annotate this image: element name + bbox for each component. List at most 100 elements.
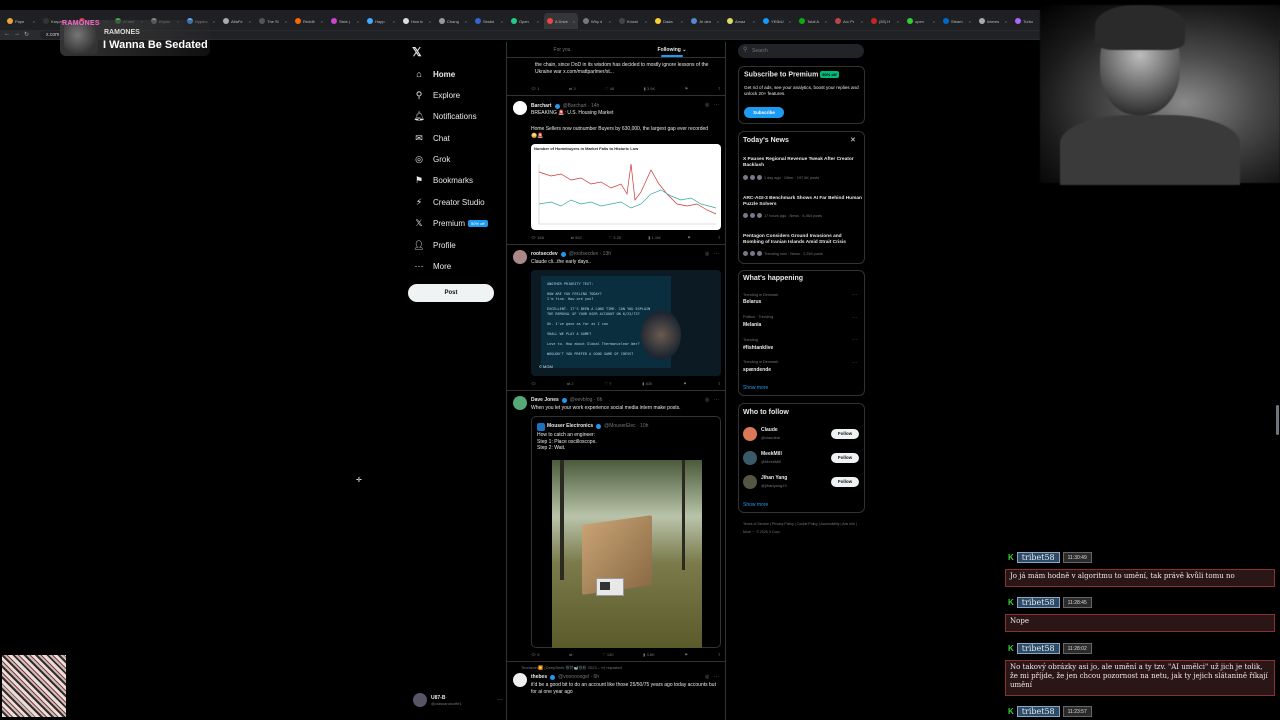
browser-tab[interactable]: A Drive × xyxy=(544,13,578,29)
browser-tab[interactable]: YE5bU × xyxy=(760,13,794,29)
more-icon[interactable]: ··· xyxy=(714,102,719,108)
browser-tab[interactable]: Steam × xyxy=(940,13,974,29)
reply-button[interactable]: 💬︎ 9 xyxy=(531,652,539,657)
close-tab-icon[interactable]: × xyxy=(969,19,971,24)
footer-links[interactable]: Terms of Service | Privacy Policy | Cook… xyxy=(743,520,865,536)
follow-button[interactable]: Follow xyxy=(831,477,859,487)
more-icon[interactable]: ··· xyxy=(852,292,857,298)
follow-name[interactable]: MeekMill xyxy=(761,451,782,457)
repost-button[interactable]: ⇄ 2 xyxy=(567,381,574,386)
nav-creator-studio[interactable]: ⚡︎ Creator Studio xyxy=(413,195,485,209)
close-tab-icon[interactable]: × xyxy=(825,19,827,24)
browser-tab[interactable]: Happ × xyxy=(364,13,398,29)
browser-tab[interactable]: The Si × xyxy=(256,13,290,29)
nav-bookmarks[interactable]: ⚑ Bookmarks xyxy=(413,173,473,187)
avatar[interactable] xyxy=(513,250,527,264)
post-button[interactable]: Post xyxy=(408,284,494,302)
repost-button[interactable]: ⇄ 552 xyxy=(571,235,582,240)
like-button[interactable]: ♡ 130 xyxy=(602,652,613,657)
more-icon[interactable]: ··· xyxy=(852,360,857,366)
browser-tab[interactable]: open × xyxy=(904,13,938,29)
reply-button[interactable]: 💬︎ xyxy=(531,381,536,386)
more-icon[interactable]: ··· xyxy=(497,697,503,703)
avatar[interactable] xyxy=(743,451,757,465)
close-tab-icon[interactable]: × xyxy=(717,19,719,24)
address-bar[interactable]: x.com xyxy=(40,31,1190,39)
trend-name[interactable]: Melania xyxy=(743,322,761,328)
views-button[interactable]: ▮ 3.9K xyxy=(644,86,656,91)
trend-name[interactable]: #fishtanklive xyxy=(743,345,773,351)
search-input[interactable]: Search xyxy=(738,44,864,58)
nav-more[interactable]: ⋯ More xyxy=(413,259,452,273)
follow-button[interactable]: Follow xyxy=(831,453,859,463)
bookmark-icon[interactable]: ⚑ xyxy=(684,652,688,657)
trend-name[interactable]: Belarus xyxy=(743,299,761,305)
avatar[interactable] xyxy=(513,396,527,410)
close-tab-icon[interactable]: × xyxy=(681,19,683,24)
quoted-tweet[interactable]: Mouser Electronics @MouserElec · 10h How … xyxy=(531,416,721,648)
repost-button[interactable]: ⇄ 3 xyxy=(569,86,576,91)
browser-tab[interactable]: Arc Pr × xyxy=(832,13,866,29)
news-item-title[interactable]: X Pauses Regional Revenue Tweak After Cr… xyxy=(743,157,863,169)
tweet-image-chart[interactable]: Number of Homebuyers in Market Falls to … xyxy=(531,144,721,230)
browser-tab[interactable]: Siste (× xyxy=(328,13,362,29)
author-name[interactable]: Barchart xyxy=(531,103,552,109)
browser-tab[interactable]: Total A × xyxy=(796,13,830,29)
close-tab-icon[interactable]: × xyxy=(573,19,575,24)
author-name[interactable]: rootsecdev xyxy=(531,251,558,257)
scrollbar-thumb[interactable] xyxy=(1276,405,1279,435)
like-button[interactable]: ♡ 46 xyxy=(605,86,614,91)
reply-button[interactable]: 💬︎ 1 xyxy=(531,86,539,91)
nav-grok[interactable]: ◎ Grok xyxy=(413,152,450,166)
close-tab-icon[interactable]: × xyxy=(465,19,467,24)
nav-profile[interactable]: 👤︎ Profile xyxy=(413,238,455,252)
browser-tab[interactable]: Pape × xyxy=(4,13,38,29)
nav-chat[interactable]: ✉ Chat xyxy=(413,131,450,145)
forward-icon[interactable]: → xyxy=(14,31,20,37)
browser-tab[interactable]: (83) H × xyxy=(868,13,902,29)
browser-tab[interactable]: Dada × xyxy=(652,13,686,29)
nav-premium[interactable]: 𝕏 Premium 50% off xyxy=(413,216,488,230)
more-icon[interactable]: ··· xyxy=(714,674,719,680)
browser-tab[interactable]: How to × xyxy=(400,13,434,29)
views-button[interactable]: ▮ 3.6K xyxy=(643,652,655,657)
like-button[interactable]: ♡ 7 xyxy=(605,381,612,386)
close-tab-icon[interactable]: × xyxy=(33,19,35,24)
follow-name[interactable]: Jihan Yang xyxy=(761,475,787,481)
browser-tab[interactable]: Open × xyxy=(508,13,542,29)
like-button[interactable]: ♡ 3.2K xyxy=(609,235,622,240)
close-tab-icon[interactable]: × xyxy=(501,19,503,24)
tab-following[interactable]: Following ⌄ xyxy=(617,42,725,57)
more-icon[interactable]: ··· xyxy=(852,337,857,343)
repost-button[interactable]: ⇄ xyxy=(569,652,572,657)
news-item-title[interactable]: ARC-AGI-3 Benchmark Shows AI Far Behind … xyxy=(743,196,863,208)
views-button[interactable]: ▮ 1.1M xyxy=(648,235,660,240)
browser-tab[interactable]: Interes × xyxy=(976,13,1010,29)
close-icon[interactable]: ✕ xyxy=(850,136,856,144)
close-tab-icon[interactable]: × xyxy=(645,19,647,24)
more-icon[interactable]: ··· xyxy=(714,251,719,257)
bookmark-icon[interactable]: ⚑ xyxy=(687,235,691,240)
close-tab-icon[interactable]: × xyxy=(285,19,287,24)
avatar[interactable] xyxy=(743,475,757,489)
more-icon[interactable]: ··· xyxy=(852,315,857,321)
x-logo-icon[interactable]: 𝕏 xyxy=(412,45,422,59)
reload-icon[interactable]: ↻ xyxy=(24,31,29,38)
author-name[interactable]: Dave Jones xyxy=(531,397,559,403)
avatar[interactable] xyxy=(513,101,527,115)
timeline[interactable]: For you Following ⌄ the chain, since DoD… xyxy=(506,42,726,720)
browser-tab[interactable]: Sesbd × xyxy=(472,13,506,29)
close-tab-icon[interactable]: × xyxy=(861,19,863,24)
browser-tab[interactable]: AltaFe × xyxy=(220,13,254,29)
browser-tab[interactable]: Chang × xyxy=(436,13,470,29)
share-icon[interactable]: ⇪ xyxy=(718,381,721,386)
close-tab-icon[interactable]: × xyxy=(213,19,215,24)
back-icon[interactable]: ← xyxy=(4,31,10,37)
nav-notifications[interactable]: 🔔︎ Notifications xyxy=(413,109,476,123)
follow-button[interactable]: Follow xyxy=(831,429,859,439)
browser-tab[interactable]: Reddit × xyxy=(292,13,326,29)
close-tab-icon[interactable]: × xyxy=(429,19,431,24)
close-tab-icon[interactable]: × xyxy=(321,19,323,24)
follow-name[interactable]: Claude xyxy=(761,427,778,433)
close-tab-icon[interactable]: × xyxy=(249,19,251,24)
